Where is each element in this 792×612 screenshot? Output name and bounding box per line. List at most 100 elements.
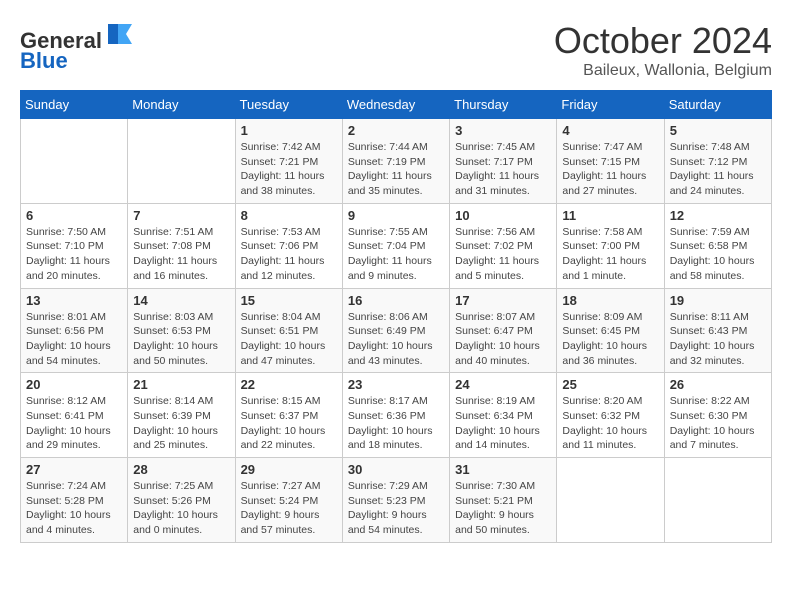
day-info: Sunrise: 8:22 AM Sunset: 6:30 PM Dayligh…	[670, 394, 766, 453]
calendar-body: 1Sunrise: 7:42 AM Sunset: 7:21 PM Daylig…	[21, 119, 772, 543]
weekday-header-sunday: Sunday	[21, 91, 128, 119]
day-info: Sunrise: 8:01 AM Sunset: 6:56 PM Dayligh…	[26, 310, 122, 369]
day-number: 3	[455, 123, 551, 138]
logo-blue: Blue	[20, 48, 68, 73]
day-info: Sunrise: 7:27 AM Sunset: 5:24 PM Dayligh…	[241, 479, 337, 538]
day-number: 18	[562, 293, 658, 308]
day-number: 31	[455, 462, 551, 477]
title-block: October 2024 Baileux, Wallonia, Belgium	[554, 20, 772, 80]
calendar-cell: 17 Sunrise: 8:07 AM Sunset: 6:47 PM Dayli…	[450, 288, 557, 373]
calendar-cell: 22Sunrise: 8:15 AM Sunset: 6:37 PM Dayli…	[235, 373, 342, 458]
day-info: Sunrise: 8:14 AM Sunset: 6:39 PM Dayligh…	[133, 394, 229, 453]
day-number: 27	[26, 462, 122, 477]
day-number: 30	[348, 462, 444, 477]
weekday-header-wednesday: Wednesday	[342, 91, 449, 119]
calendar-week-row: 20 Sunrise: 8:12 AM Sunset: 6:41 PM Dayli…	[21, 373, 772, 458]
day-info: Sunrise: 8:07 AM Sunset: 6:47 PM Dayligh…	[455, 310, 551, 369]
day-number: 9	[348, 208, 444, 223]
day-number: 8	[241, 208, 337, 223]
calendar-cell: 4 Sunrise: 7:47 AM Sunset: 7:15 PM Daylig…	[557, 119, 664, 204]
day-number: 11	[562, 208, 658, 223]
calendar-cell: 8 Sunrise: 7:53 AM Sunset: 7:06 PM Daylig…	[235, 203, 342, 288]
calendar-week-row: 6 Sunrise: 7:50 AM Sunset: 7:10 PM Daylig…	[21, 203, 772, 288]
weekday-header-saturday: Saturday	[664, 91, 771, 119]
calendar-cell: 2Sunrise: 7:44 AM Sunset: 7:19 PM Daylig…	[342, 119, 449, 204]
day-info: Sunrise: 8:12 AM Sunset: 6:41 PM Dayligh…	[26, 394, 122, 453]
logo: General Blue	[20, 20, 132, 73]
calendar-cell: 14Sunrise: 8:03 AM Sunset: 6:53 PM Dayli…	[128, 288, 235, 373]
day-info: Sunrise: 7:24 AM Sunset: 5:28 PM Dayligh…	[26, 479, 122, 538]
logo-flag-icon	[104, 20, 132, 48]
day-number: 19	[670, 293, 766, 308]
day-number: 12	[670, 208, 766, 223]
calendar-cell: 13 Sunrise: 8:01 AM Sunset: 6:56 PM Dayli…	[21, 288, 128, 373]
calendar-week-row: 13 Sunrise: 8:01 AM Sunset: 6:56 PM Dayli…	[21, 288, 772, 373]
day-number: 26	[670, 377, 766, 392]
day-number: 13	[26, 293, 122, 308]
calendar-cell: 24 Sunrise: 8:19 AM Sunset: 6:34 PM Dayli…	[450, 373, 557, 458]
calendar-cell: 12 Sunrise: 7:59 AM Sunset: 6:58 PM Dayli…	[664, 203, 771, 288]
calendar-cell: 31 Sunrise: 7:30 AM Sunset: 5:21 PM Dayli…	[450, 458, 557, 543]
calendar-cell: 15 Sunrise: 8:04 AM Sunset: 6:51 PM Dayli…	[235, 288, 342, 373]
page-header: General Blue October 2024 Baileux, Wallo…	[20, 20, 772, 80]
day-info: Sunrise: 7:45 AM Sunset: 7:17 PM Dayligh…	[455, 140, 551, 199]
calendar-cell: 9 Sunrise: 7:55 AM Sunset: 7:04 PM Daylig…	[342, 203, 449, 288]
day-number: 25	[562, 377, 658, 392]
day-number: 29	[241, 462, 337, 477]
calendar-cell: 26 Sunrise: 8:22 AM Sunset: 6:30 PM Dayli…	[664, 373, 771, 458]
calendar-cell: 25 Sunrise: 8:20 AM Sunset: 6:32 PM Dayli…	[557, 373, 664, 458]
calendar-cell: 16 Sunrise: 8:06 AM Sunset: 6:49 PM Dayli…	[342, 288, 449, 373]
calendar-cell: 11 Sunrise: 7:58 AM Sunset: 7:00 PM Dayli…	[557, 203, 664, 288]
calendar-cell: 27 Sunrise: 7:24 AM Sunset: 5:28 PM Dayli…	[21, 458, 128, 543]
calendar-cell	[664, 458, 771, 543]
day-number: 24	[455, 377, 551, 392]
day-info: Sunrise: 7:58 AM Sunset: 7:00 PM Dayligh…	[562, 225, 658, 284]
weekday-header-thursday: Thursday	[450, 91, 557, 119]
calendar-cell	[128, 119, 235, 204]
calendar-cell: 6 Sunrise: 7:50 AM Sunset: 7:10 PM Daylig…	[21, 203, 128, 288]
day-info: Sunrise: 7:29 AM Sunset: 5:23 PM Dayligh…	[348, 479, 444, 538]
calendar-week-row: 1Sunrise: 7:42 AM Sunset: 7:21 PM Daylig…	[21, 119, 772, 204]
day-info: Sunrise: 7:55 AM Sunset: 7:04 PM Dayligh…	[348, 225, 444, 284]
day-info: Sunrise: 8:20 AM Sunset: 6:32 PM Dayligh…	[562, 394, 658, 453]
day-info: Sunrise: 7:56 AM Sunset: 7:02 PM Dayligh…	[455, 225, 551, 284]
calendar-cell: 19 Sunrise: 8:11 AM Sunset: 6:43 PM Dayli…	[664, 288, 771, 373]
location: Baileux, Wallonia, Belgium	[554, 62, 772, 80]
day-info: Sunrise: 7:42 AM Sunset: 7:21 PM Dayligh…	[241, 140, 337, 199]
day-number: 6	[26, 208, 122, 223]
calendar-cell: 3 Sunrise: 7:45 AM Sunset: 7:17 PM Daylig…	[450, 119, 557, 204]
day-info: Sunrise: 7:48 AM Sunset: 7:12 PM Dayligh…	[670, 140, 766, 199]
day-info: Sunrise: 7:59 AM Sunset: 6:58 PM Dayligh…	[670, 225, 766, 284]
day-number: 22	[241, 377, 337, 392]
calendar-cell: 28Sunrise: 7:25 AM Sunset: 5:26 PM Dayli…	[128, 458, 235, 543]
calendar-cell: 5 Sunrise: 7:48 AM Sunset: 7:12 PM Daylig…	[664, 119, 771, 204]
day-info: Sunrise: 8:19 AM Sunset: 6:34 PM Dayligh…	[455, 394, 551, 453]
day-info: Sunrise: 7:53 AM Sunset: 7:06 PM Dayligh…	[241, 225, 337, 284]
calendar-table: SundayMondayTuesdayWednesdayThursdayFrid…	[20, 90, 772, 543]
calendar-cell: 21Sunrise: 8:14 AM Sunset: 6:39 PM Dayli…	[128, 373, 235, 458]
day-info: Sunrise: 7:47 AM Sunset: 7:15 PM Dayligh…	[562, 140, 658, 199]
day-info: Sunrise: 7:44 AM Sunset: 7:19 PM Dayligh…	[348, 140, 444, 199]
day-number: 17	[455, 293, 551, 308]
day-number: 7	[133, 208, 229, 223]
day-number: 20	[26, 377, 122, 392]
calendar-cell: 1Sunrise: 7:42 AM Sunset: 7:21 PM Daylig…	[235, 119, 342, 204]
day-info: Sunrise: 8:03 AM Sunset: 6:53 PM Dayligh…	[133, 310, 229, 369]
day-number: 4	[562, 123, 658, 138]
day-info: Sunrise: 8:09 AM Sunset: 6:45 PM Dayligh…	[562, 310, 658, 369]
calendar-week-row: 27 Sunrise: 7:24 AM Sunset: 5:28 PM Dayli…	[21, 458, 772, 543]
day-info: Sunrise: 8:06 AM Sunset: 6:49 PM Dayligh…	[348, 310, 444, 369]
day-info: Sunrise: 7:50 AM Sunset: 7:10 PM Dayligh…	[26, 225, 122, 284]
day-info: Sunrise: 7:30 AM Sunset: 5:21 PM Dayligh…	[455, 479, 551, 538]
day-number: 15	[241, 293, 337, 308]
day-info: Sunrise: 7:25 AM Sunset: 5:26 PM Dayligh…	[133, 479, 229, 538]
day-number: 5	[670, 123, 766, 138]
calendar-cell	[557, 458, 664, 543]
calendar-cell: 23Sunrise: 8:17 AM Sunset: 6:36 PM Dayli…	[342, 373, 449, 458]
day-info: Sunrise: 8:04 AM Sunset: 6:51 PM Dayligh…	[241, 310, 337, 369]
calendar-cell: 20 Sunrise: 8:12 AM Sunset: 6:41 PM Dayli…	[21, 373, 128, 458]
day-number: 16	[348, 293, 444, 308]
day-info: Sunrise: 8:11 AM Sunset: 6:43 PM Dayligh…	[670, 310, 766, 369]
month-title: October 2024	[554, 20, 772, 62]
calendar-cell: 29 Sunrise: 7:27 AM Sunset: 5:24 PM Dayli…	[235, 458, 342, 543]
